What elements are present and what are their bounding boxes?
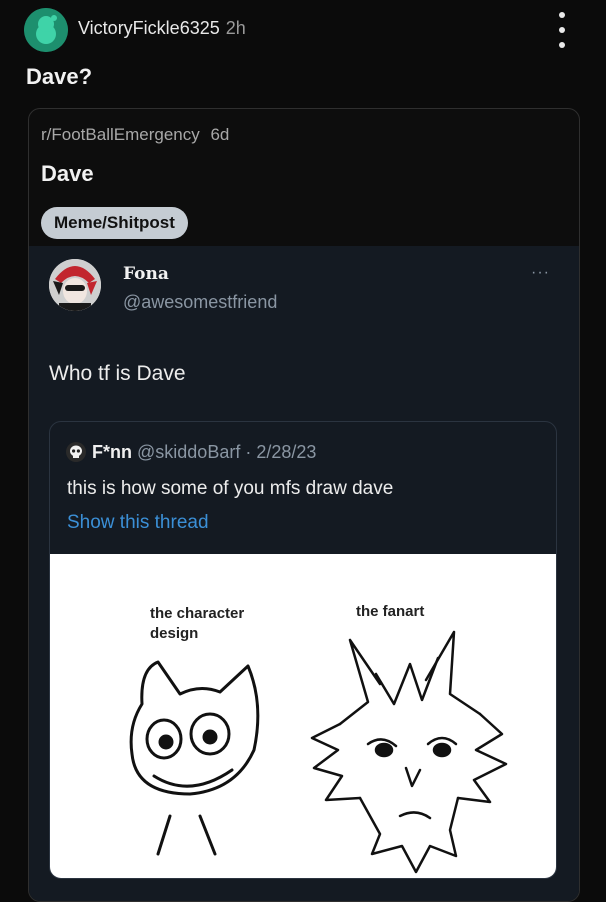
crosspost-card[interactable]: r/FootBallEmergency 6d Dave Meme/Shitpos… — [28, 108, 580, 902]
show-thread-link: Show this thread — [67, 512, 209, 533]
drawing-illustration — [129, 630, 508, 874]
quoted-author-handle: @skiddoBarf — [137, 442, 241, 462]
crosspost-subreddit[interactable]: r/FootBallEmergency — [41, 125, 200, 144]
author-name[interactable]: VictoryFickle6325 — [78, 18, 220, 38]
crosspost-title: Dave — [41, 161, 94, 186]
tweet-author-handle: @awesomestfriend — [123, 292, 278, 312]
user-avatar-icon[interactable] — [24, 8, 68, 52]
quoted-tweet: F*nn @skiddoBarf · 2/28/23 this is how s… — [49, 421, 557, 879]
quoted-author-name: F*nn — [92, 442, 132, 462]
quoted-tweet-header: F*nn @skiddoBarf · 2/28/23 — [92, 442, 316, 463]
tweet-more-icon: ··· — [531, 264, 550, 281]
flair-badge: Meme/Shitpost — [41, 207, 188, 239]
tweet-text: Who tf is Dave — [49, 362, 186, 385]
crosspost-meta[interactable]: r/FootBallEmergency 6d — [41, 125, 229, 145]
post-header: VictoryFickle6325 2h — [0, 0, 606, 60]
tweet-screenshot[interactable]: Fona @awesomestfriend ··· Who tf is Dave… — [29, 246, 579, 901]
tweet-author-name: Fona — [123, 264, 169, 284]
post-author[interactable]: VictoryFickle6325 2h — [78, 18, 246, 39]
kebab-menu-icon[interactable] — [548, 10, 576, 50]
meme-image: the character design the fanart — [50, 554, 556, 878]
quoted-tweet-text: this is how some of you mfs draw dave — [67, 478, 394, 499]
quoted-date: · 2/28/23 — [245, 442, 317, 462]
quoted-avatar-skull-icon — [66, 442, 86, 462]
post-title: Dave? — [26, 64, 93, 89]
tweet-avatar — [49, 259, 101, 311]
crosspost-age: 6d — [210, 125, 230, 144]
post-age: 2h — [225, 18, 246, 38]
